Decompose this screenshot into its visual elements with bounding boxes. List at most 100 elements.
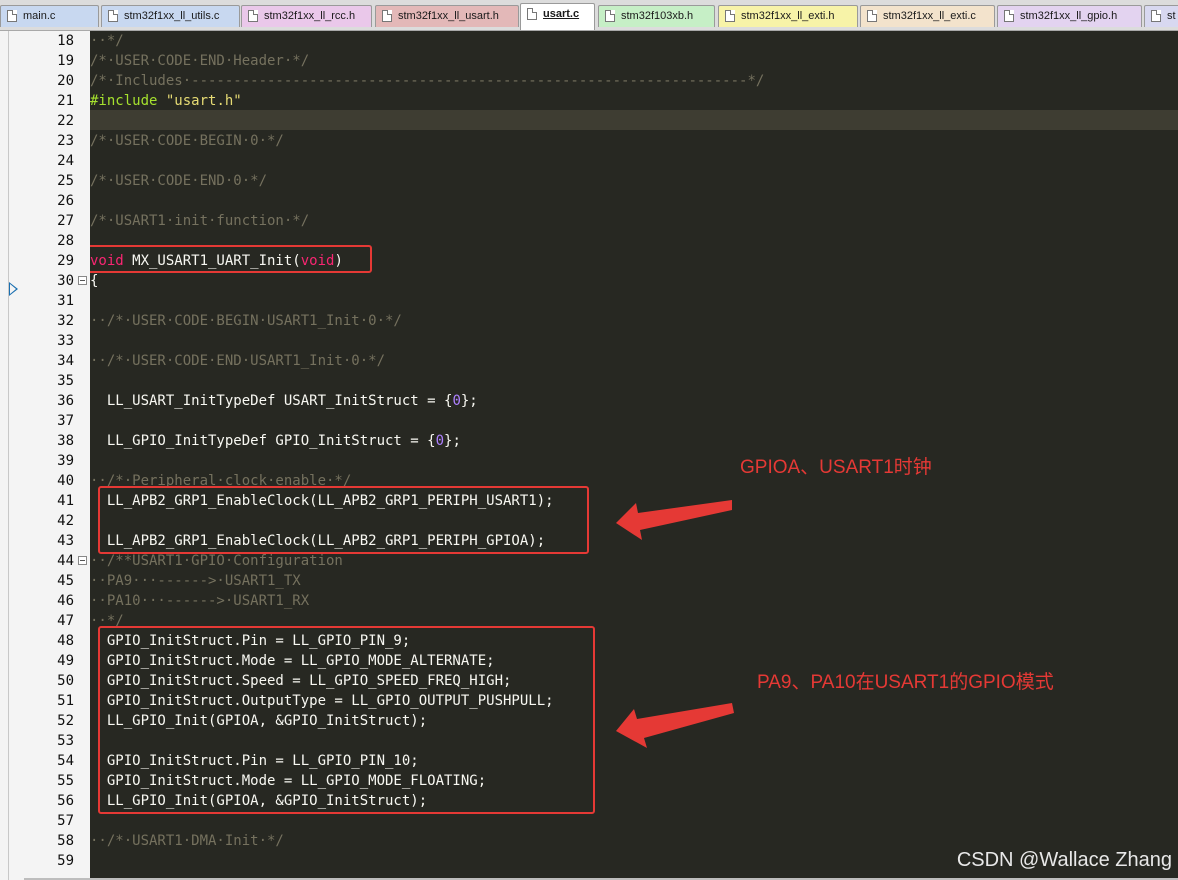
line-number: 48	[57, 633, 74, 649]
tab-stm32f1xx-ll-rcc-h[interactable]: stm32f1xx_ll_rcc.h	[241, 5, 372, 27]
line-number: 26	[57, 193, 74, 209]
line-number: 40	[57, 473, 74, 489]
code-line: /*·USER·CODE·BEGIN·0·*/	[90, 131, 284, 151]
file-icon	[382, 10, 392, 22]
watermark-text: CSDN @Wallace Zhang	[956, 849, 1172, 871]
line-number: 43	[57, 533, 74, 549]
line-number: 22	[57, 113, 74, 129]
code-line: ··PA10···------>·USART1_RX	[90, 591, 309, 611]
code-token: 0	[452, 393, 461, 409]
code-line: ··/*·USER·CODE·BEGIN·USART1_Init·0·*/	[90, 311, 402, 331]
fold-toggle-icon[interactable]	[78, 276, 87, 285]
tab-stm32f1xx-ll-exti-c[interactable]: stm32f1xx_ll_exti.c	[860, 5, 995, 27]
line-number: 49	[57, 653, 74, 669]
annotation-arrows	[616, 500, 734, 748]
tab-st[interactable]: st	[1144, 5, 1178, 27]
line-number: 54	[57, 753, 74, 769]
code-token: };	[444, 433, 461, 449]
file-icon	[725, 10, 735, 22]
code-token: {	[90, 273, 99, 289]
code-token: LL_USART_InitTypeDef USART_InitStruct = …	[90, 393, 453, 409]
clock-annotation-label: GPIOA、USART1时钟	[740, 457, 932, 478]
line-number: 36	[57, 393, 74, 409]
clock-arrow-icon	[616, 500, 732, 540]
tab-stm32f1xx-ll-exti-h[interactable]: stm32f1xx_ll_exti.h	[718, 5, 858, 27]
tab-label: stm32f1xx_ll_gpio.h	[1020, 10, 1118, 22]
tab-label: main.c	[23, 10, 56, 22]
file-icon	[527, 8, 537, 20]
tab-usart-c[interactable]: usart.c	[520, 3, 595, 30]
line-number: 50	[57, 673, 74, 689]
tab-label: stm32f1xx_ll_exti.c	[883, 10, 976, 22]
line-number: 20	[57, 73, 74, 89]
line-number: 56	[57, 793, 74, 809]
file-icon	[1004, 10, 1014, 22]
gpio-arrow-icon	[616, 703, 734, 748]
line-number: 29	[57, 253, 74, 269]
line-number: 55	[57, 773, 74, 789]
line-number: 37	[57, 413, 74, 429]
line-number: 46	[57, 593, 74, 609]
tab-stm32f1xx-ll-gpio-h[interactable]: stm32f1xx_ll_gpio.h	[997, 5, 1142, 27]
gutter-separator	[8, 31, 9, 880]
code-token: ··PA9···------>·USART1_TX	[90, 573, 301, 589]
tab-label: usart.c	[543, 8, 580, 20]
code-token: ··/*·USER·CODE·END·USART1_Init·0·*/	[90, 353, 386, 369]
tab-label: stm32f1xx_ll_exti.h	[741, 10, 835, 22]
line-number: 38	[57, 433, 74, 449]
code-line: {	[90, 271, 98, 291]
tab-stm32f1xx-ll-utils-c[interactable]: stm32f1xx_ll_utils.c	[101, 5, 240, 27]
line-number: 41	[57, 493, 74, 509]
tab-stm32f1xx-ll-usart-h[interactable]: stm32f1xx_ll_usart.h	[375, 5, 519, 27]
line-number: 30	[57, 273, 74, 289]
gpio-annotation-label: PA9、PA10在USART1的GPIO模式	[757, 672, 1054, 693]
code-line: ··PA9···------>·USART1_TX	[90, 571, 301, 591]
code-token: };	[460, 393, 478, 409]
file-icon	[605, 10, 615, 22]
code-line: /*·Includes·----------------------------…	[90, 71, 764, 91]
gpio-config-highlight-box	[98, 626, 595, 814]
line-number-gutter: 18 19 20 21 22 23 24 25 26 27 28 29 30 31 32 33 34 35 36 37…	[0, 31, 90, 880]
code-token: "usart.h"	[165, 93, 242, 109]
tab-stm32f103xb-h[interactable]: stm32f103xb.h	[598, 5, 715, 27]
code-token: /*·USER·CODE·END·0·*/	[90, 173, 268, 189]
code-token: /*·Includes·----------------------------…	[90, 73, 765, 89]
line-number: 51	[57, 693, 74, 709]
line-number: 44	[57, 553, 74, 569]
line-number: 45	[57, 573, 74, 589]
line-number: 25	[57, 173, 74, 189]
line-number: 39	[57, 453, 74, 469]
tab-label: stm32f1xx_ll_rcc.h	[264, 10, 356, 22]
code-token: ··/*·USART1·DMA·Init·*/	[90, 833, 284, 849]
line-number: 19	[57, 53, 74, 69]
code-token: 0	[435, 433, 445, 449]
tab-label: stm32f1xx_ll_usart.h	[398, 10, 499, 22]
code-editor[interactable]: ··/*·USART1·DMA·Init·*/ LL_GPIO_Init(GPI…	[90, 31, 1178, 880]
code-line: /*·USER·CODE·END·0·*/	[90, 171, 267, 191]
file-icon	[867, 10, 877, 22]
function-signature-highlight-box	[90, 245, 372, 273]
code-token: ··PA10···------>·USART1_RX	[90, 593, 310, 609]
code-token: #include	[90, 93, 158, 109]
code-token: /*·USER·CODE·BEGIN·0·*/	[90, 133, 284, 149]
editor-tab-bar: main.c stm32f1xx_ll_utils.c stm32f1xx_ll_r…	[0, 0, 1178, 31]
file-icon	[1151, 10, 1161, 22]
line-number: 53	[57, 733, 74, 749]
code-token: LL_GPIO_InitTypeDef GPIO_InitStruct = {	[90, 433, 436, 449]
code-line: /*·USER·CODE·END·Header·*/	[90, 51, 309, 71]
code-line: #include "usart.h"	[90, 91, 242, 111]
code-line: /*·USART1·init·function·*/	[90, 211, 309, 231]
line-number: 35	[57, 373, 74, 389]
line-number: 52	[57, 713, 74, 729]
tab-label: st	[1167, 10, 1176, 22]
line-number: 59	[57, 853, 74, 869]
line-number: 27	[57, 213, 74, 229]
tab-main-c[interactable]: main.c	[0, 5, 99, 27]
code-line: LL_USART_InitTypeDef USART_InitStruct = …	[90, 391, 478, 411]
fold-toggle-icon[interactable]	[78, 556, 87, 565]
line-number: 42	[57, 513, 74, 529]
code-line: ··/*·USER·CODE·END·USART1_Init·0·*/	[90, 351, 385, 371]
current-line-highlight	[90, 110, 1178, 130]
code-token: ··*/	[90, 33, 124, 49]
